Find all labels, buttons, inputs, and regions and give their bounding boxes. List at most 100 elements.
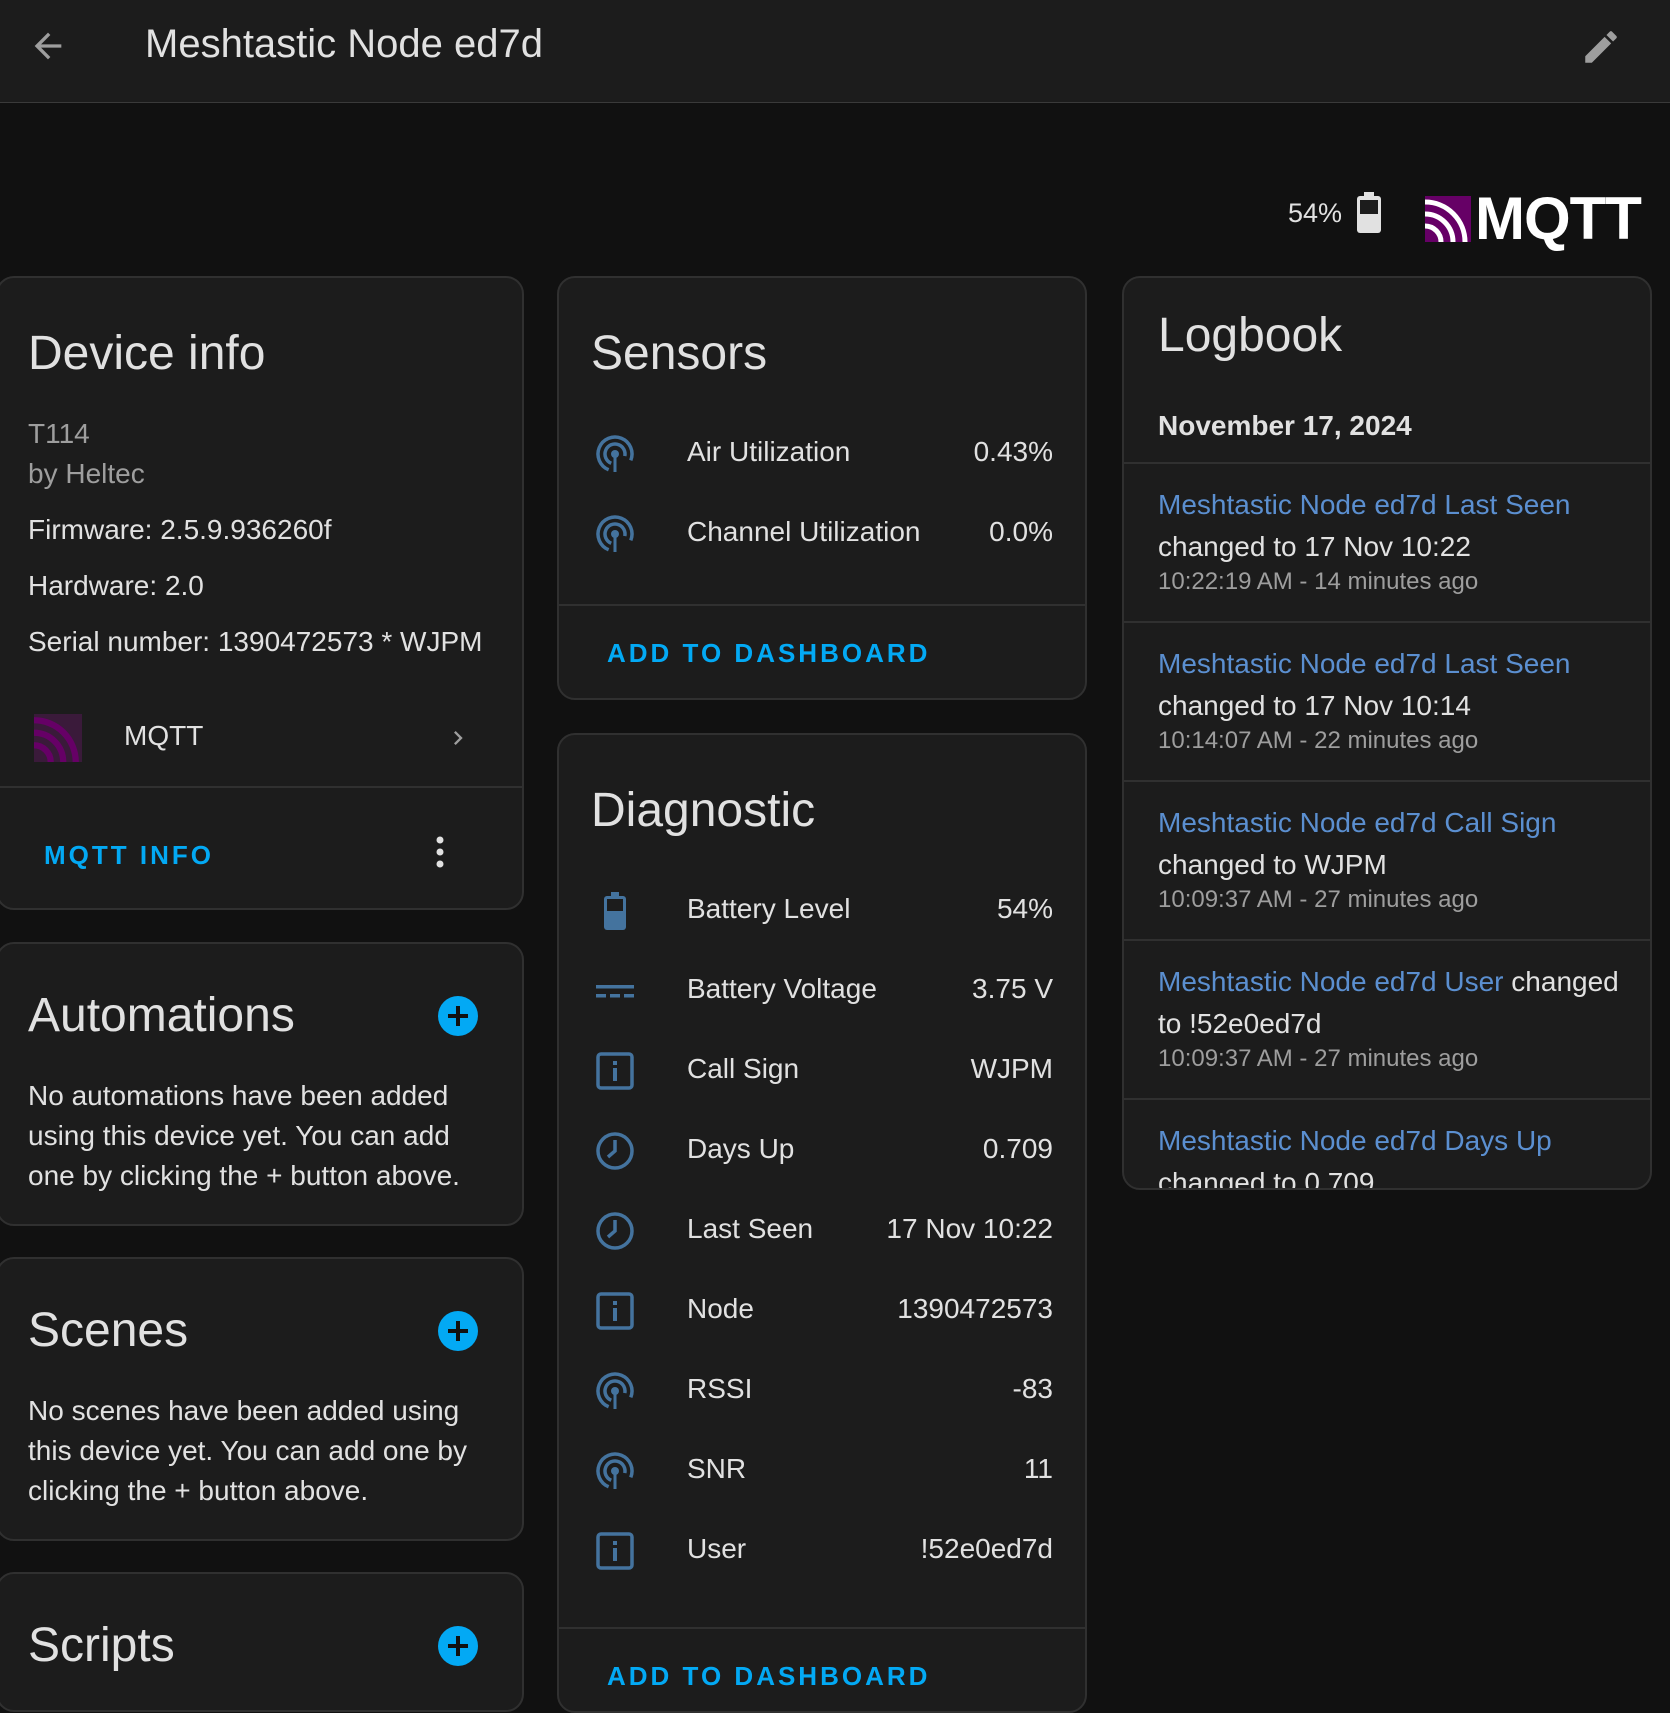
pencil-icon[interactable] <box>1580 26 1622 68</box>
automations-card: Automations No automations have been add… <box>0 942 524 1226</box>
add-script-icon[interactable] <box>438 1626 478 1666</box>
battery-percentage: 54% <box>1288 197 1343 228</box>
card-actions: MQTT INFO <box>0 790 522 908</box>
entity-row-snr[interactable]: SNR 11 <box>559 1431 1085 1511</box>
battery-icon <box>1357 192 1382 233</box>
device-model: T114 <box>28 418 90 449</box>
mqtt-info-button[interactable]: MQTT INFO <box>44 840 214 871</box>
current-dc-icon <box>596 985 634 998</box>
logbook-date: November 17, 2024 <box>1158 410 1412 441</box>
card-title: Diagnostic <box>591 784 816 837</box>
entity-row-battery-level[interactable]: Battery Level 54% <box>559 871 1085 951</box>
info-box-icon <box>596 1292 634 1330</box>
entity-value: 0.709 <box>982 1133 1053 1164</box>
card-actions: ADD TO DASHBOARD <box>559 604 1085 698</box>
entity-link[interactable]: Meshtastic Node ed7d Last Seen <box>1158 648 1570 679</box>
entity-row-node[interactable]: Node 1390472573 <box>559 1271 1085 1351</box>
empty-state-text: No automations have been added using thi… <box>28 1080 460 1191</box>
change-text: changed to 17 Nov 10:14 <box>1158 690 1471 721</box>
card-title: Logbook <box>1158 309 1343 362</box>
mqtt-integration-icon <box>34 714 82 762</box>
scenes-card: Scenes No scenes have been added using t… <box>0 1257 524 1541</box>
entity-row-battery-voltage[interactable]: Battery Voltage 3.75 V <box>559 951 1085 1031</box>
entity-value: 17 Nov 10:22 <box>886 1213 1053 1244</box>
logbook-entry: Meshtastic Node ed7d Last Seen changed t… <box>1124 621 1650 780</box>
entity-row-user[interactable]: User !52e0ed7d <box>559 1511 1085 1591</box>
more-vert-icon[interactable] <box>430 834 450 874</box>
entity-name: Battery Level <box>687 893 851 924</box>
add-to-dashboard-button[interactable]: ADD TO DASHBOARD <box>607 638 930 669</box>
card-title: Automations <box>28 989 295 1042</box>
logbook-message: Meshtastic Node ed7d Days Up changed to … <box>1158 1120 1628 1190</box>
card-title: Device info <box>28 327 266 380</box>
mqtt-logo: MQTT <box>1425 184 1642 253</box>
entity-row-days-up[interactable]: Days Up 0.709 <box>559 1111 1085 1191</box>
entity-row-air-utilization[interactable]: Air Utilization 0.43% <box>559 414 1085 494</box>
entity-link[interactable]: Meshtastic Node ed7d Last Seen <box>1158 489 1570 520</box>
radio-tower-icon <box>596 1452 634 1490</box>
entity-value: -83 <box>1012 1373 1053 1404</box>
change-text: changed to WJPM <box>1158 849 1387 880</box>
entity-name: Call Sign <box>687 1053 800 1084</box>
firmware-version: Firmware: 2.5.9.936260f <box>28 514 332 545</box>
logbook-time: 10:14:07 AM - 22 minutes ago <box>1158 727 1479 754</box>
hardware-version: Hardware: 2.0 <box>28 570 204 601</box>
logbook-message: Meshtastic Node ed7d Last Seen changed t… <box>1158 484 1628 568</box>
entity-name: RSSI <box>687 1373 753 1404</box>
entity-value: !52e0ed7d <box>920 1533 1053 1564</box>
info-box-icon <box>596 1052 634 1090</box>
chevron-right-icon <box>454 731 463 745</box>
card-title: Scripts <box>28 1619 175 1672</box>
entity-value: 0.43% <box>973 436 1053 467</box>
serial-number: Serial number: 1390472573 * WJPM <box>28 626 483 657</box>
entity-name: SNR <box>687 1453 747 1484</box>
integration-label: MQTT <box>124 720 204 751</box>
entity-link[interactable]: Meshtastic Node ed7d User <box>1158 966 1504 997</box>
radio-tower-icon <box>596 435 634 473</box>
radio-tower-icon <box>596 1372 634 1410</box>
entity-name: Battery Voltage <box>687 973 877 1004</box>
logbook-message: Meshtastic Node ed7d Last Seen changed t… <box>1158 643 1628 727</box>
arrow-left-icon[interactable] <box>28 26 68 66</box>
entity-row-call-sign[interactable]: Call Sign WJPM <box>559 1031 1085 1111</box>
entity-row-last-seen[interactable]: Last Seen 17 Nov 10:22 <box>559 1191 1085 1271</box>
entity-name: Node <box>687 1293 754 1324</box>
logbook-entry: Meshtastic Node ed7d User changed to !52… <box>1124 939 1650 1098</box>
entity-value: 0.0% <box>989 516 1053 547</box>
mqtt-brand-icon <box>1425 195 1471 242</box>
logbook-entry: Meshtastic Node ed7d Days Up changed to … <box>1124 1098 1650 1190</box>
diagnostic-card: Diagnostic Battery Level 54% Battery Vol… <box>557 733 1087 1713</box>
logbook-time: 10:09:37 AM - 27 minutes ago <box>1158 1045 1479 1072</box>
entity-name: Air Utilization <box>687 436 851 467</box>
entity-value: 3.75 V <box>972 973 1053 1004</box>
logbook-entry: Meshtastic Node ed7d Call Sign changed t… <box>1124 780 1650 939</box>
entity-name: User <box>687 1533 747 1564</box>
battery-icon <box>604 892 626 930</box>
entity-value: 1390472573 <box>897 1293 1053 1324</box>
integration-row-mqtt[interactable]: MQTT <box>0 688 522 788</box>
entity-link[interactable]: Meshtastic Node ed7d Call Sign <box>1158 807 1556 838</box>
card-title: Scenes <box>28 1304 189 1357</box>
radio-tower-icon <box>596 515 634 553</box>
card-actions: ADD TO DASHBOARD <box>559 1627 1085 1711</box>
entity-value: WJPM <box>970 1053 1053 1084</box>
add-automation-icon[interactable] <box>438 996 478 1036</box>
add-scene-icon[interactable] <box>438 1311 478 1351</box>
change-text: changed to 17 Nov 10:22 <box>1158 531 1471 562</box>
page-title: Meshtastic Node ed7d <box>145 22 544 66</box>
entity-link[interactable]: Meshtastic Node ed7d Days Up <box>1158 1125 1552 1156</box>
change-text: changed to 0.709 <box>1158 1167 1375 1190</box>
mqtt-logo-text: MQTT <box>1475 185 1642 252</box>
logbook-time: 10:22:19 AM - 14 minutes ago <box>1158 568 1479 595</box>
logbook-message: Meshtastic Node ed7d Call Sign changed t… <box>1158 802 1628 886</box>
entity-row-rssi[interactable]: RSSI -83 <box>559 1351 1085 1431</box>
info-box-icon <box>596 1532 634 1570</box>
entity-name: Last Seen <box>687 1213 814 1244</box>
logbook-message: Meshtastic Node ed7d User changed to !52… <box>1158 961 1628 1045</box>
clock-icon <box>596 1212 634 1250</box>
entity-name: Days Up <box>687 1133 795 1164</box>
logbook-entry: Meshtastic Node ed7d Last Seen changed t… <box>1124 462 1650 621</box>
add-to-dashboard-button[interactable]: ADD TO DASHBOARD <box>607 1661 930 1692</box>
entity-row-channel-utilization[interactable]: Channel Utilization 0.0% <box>559 494 1085 574</box>
scripts-card: Scripts <box>0 1572 524 1712</box>
